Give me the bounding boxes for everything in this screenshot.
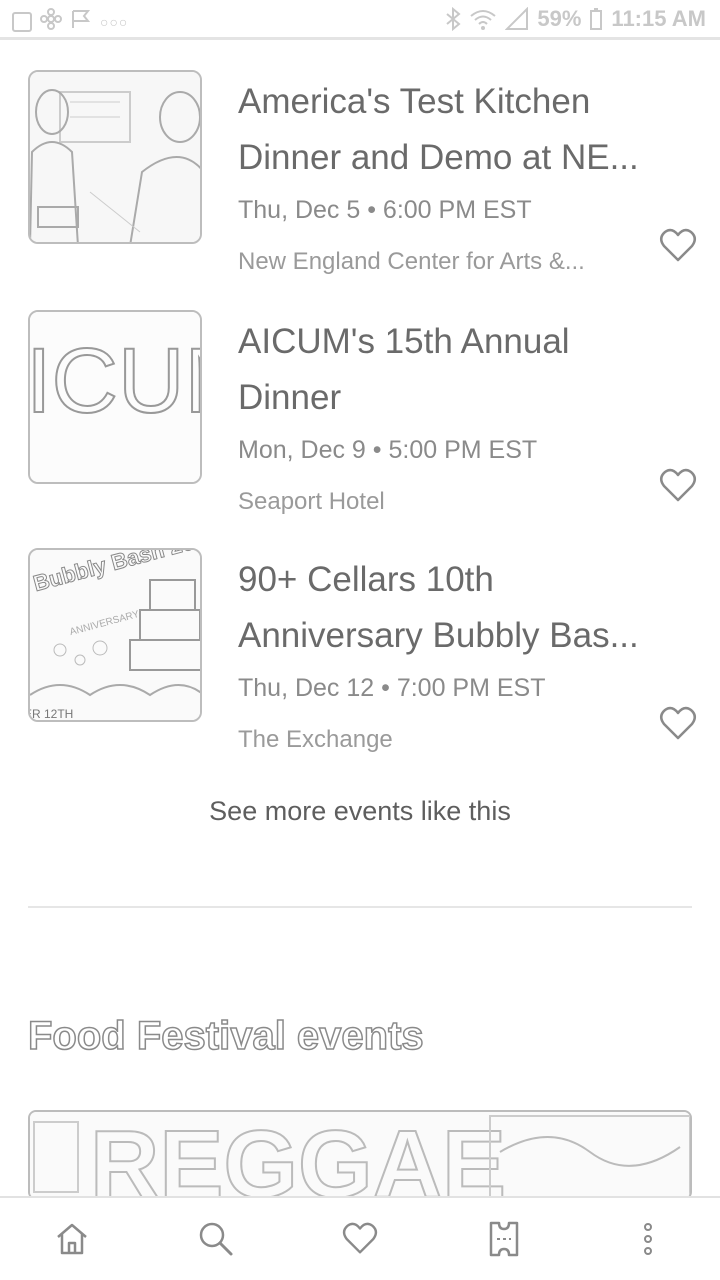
svg-text:REGGAE: REGGAE — [90, 1112, 506, 1200]
nav-search[interactable] — [186, 1209, 246, 1269]
favorite-heart-icon[interactable] — [658, 704, 698, 744]
ticket-icon — [489, 1221, 519, 1257]
favorite-heart-icon[interactable] — [658, 466, 698, 506]
section-title: Food Festival events — [27, 1013, 424, 1059]
more-vertical-icon — [644, 1223, 652, 1255]
event-title[interactable]: AICUM's 15th Annual Dinner — [238, 314, 678, 426]
check-flag-icon — [70, 8, 92, 35]
event-title[interactable]: America's Test Kitchen Dinner and Demo a… — [238, 74, 678, 186]
see-more-events-link[interactable]: See more events like this — [0, 796, 720, 827]
nav-likes[interactable] — [330, 1209, 390, 1269]
food-festival-banner[interactable]: REGGAE — [28, 1110, 692, 1200]
flower-icon — [40, 8, 62, 35]
system-status: 59% 11:15 AM — [445, 6, 706, 32]
event-card[interactable]: ICUN AICUM's 15th Annual Dinner Mon, Dec… — [28, 310, 708, 540]
event-date: Mon, Dec 9 • 5:00 PM EST — [238, 436, 538, 464]
more-dots-icon: ○○○ — [100, 13, 129, 30]
svg-text:ICUN: ICUN — [30, 330, 202, 432]
event-title[interactable]: 90+ Cellars 10th Anniversary Bubbly Bas.… — [238, 552, 678, 664]
event-thumbnail[interactable] — [28, 70, 202, 244]
reggae-banner-image: REGGAE — [30, 1112, 690, 1200]
svg-text:ER 12TH: ER 12TH — [30, 707, 73, 721]
event-thumbnail[interactable]: Bubbly Bash 2019 ANNIVERSARY ER 12TH — [28, 548, 202, 722]
signal-icon — [505, 7, 529, 30]
gallery-icon — [12, 11, 32, 32]
search-icon — [199, 1222, 233, 1256]
aicum-logo-image: ICUN — [30, 312, 202, 482]
battery-percent: 59% — [537, 6, 582, 31]
event-venue: Seaport Hotel — [238, 488, 385, 515]
event-date: Thu, Dec 5 • 6:00 PM EST — [238, 196, 532, 224]
home-icon — [57, 1223, 87, 1255]
battery-icon — [590, 8, 603, 30]
favorite-heart-icon[interactable] — [658, 226, 698, 266]
event-venue: New England Center for Arts &... — [238, 248, 585, 275]
wifi-icon — [470, 10, 497, 30]
heart-icon — [342, 1222, 378, 1254]
event-date: Thu, Dec 12 • 7:00 PM EST — [238, 674, 546, 702]
event-venue: The Exchange — [238, 726, 393, 753]
bluetooth-icon — [446, 7, 461, 31]
nav-home[interactable] — [42, 1209, 102, 1269]
status-bar: ○○○ 59% 11:15 AM — [0, 0, 720, 40]
clock: 11:15 AM — [611, 6, 706, 31]
nav-tickets[interactable] — [474, 1209, 534, 1269]
event-card[interactable]: Bubbly Bash 2019 ANNIVERSARY ER 12TH 90+… — [28, 548, 708, 778]
bottom-navigation — [0, 1196, 720, 1280]
section-divider — [28, 906, 692, 908]
event-card[interactable]: America's Test Kitchen Dinner and Demo a… — [28, 70, 708, 300]
chefs-photo-image — [30, 72, 200, 242]
bubbly-bash-poster-image: Bubbly Bash 2019 ANNIVERSARY ER 12TH — [30, 550, 200, 721]
event-thumbnail[interactable]: ICUN — [28, 310, 202, 484]
nav-more[interactable] — [618, 1209, 678, 1269]
notification-icons: ○○○ — [12, 8, 128, 35]
